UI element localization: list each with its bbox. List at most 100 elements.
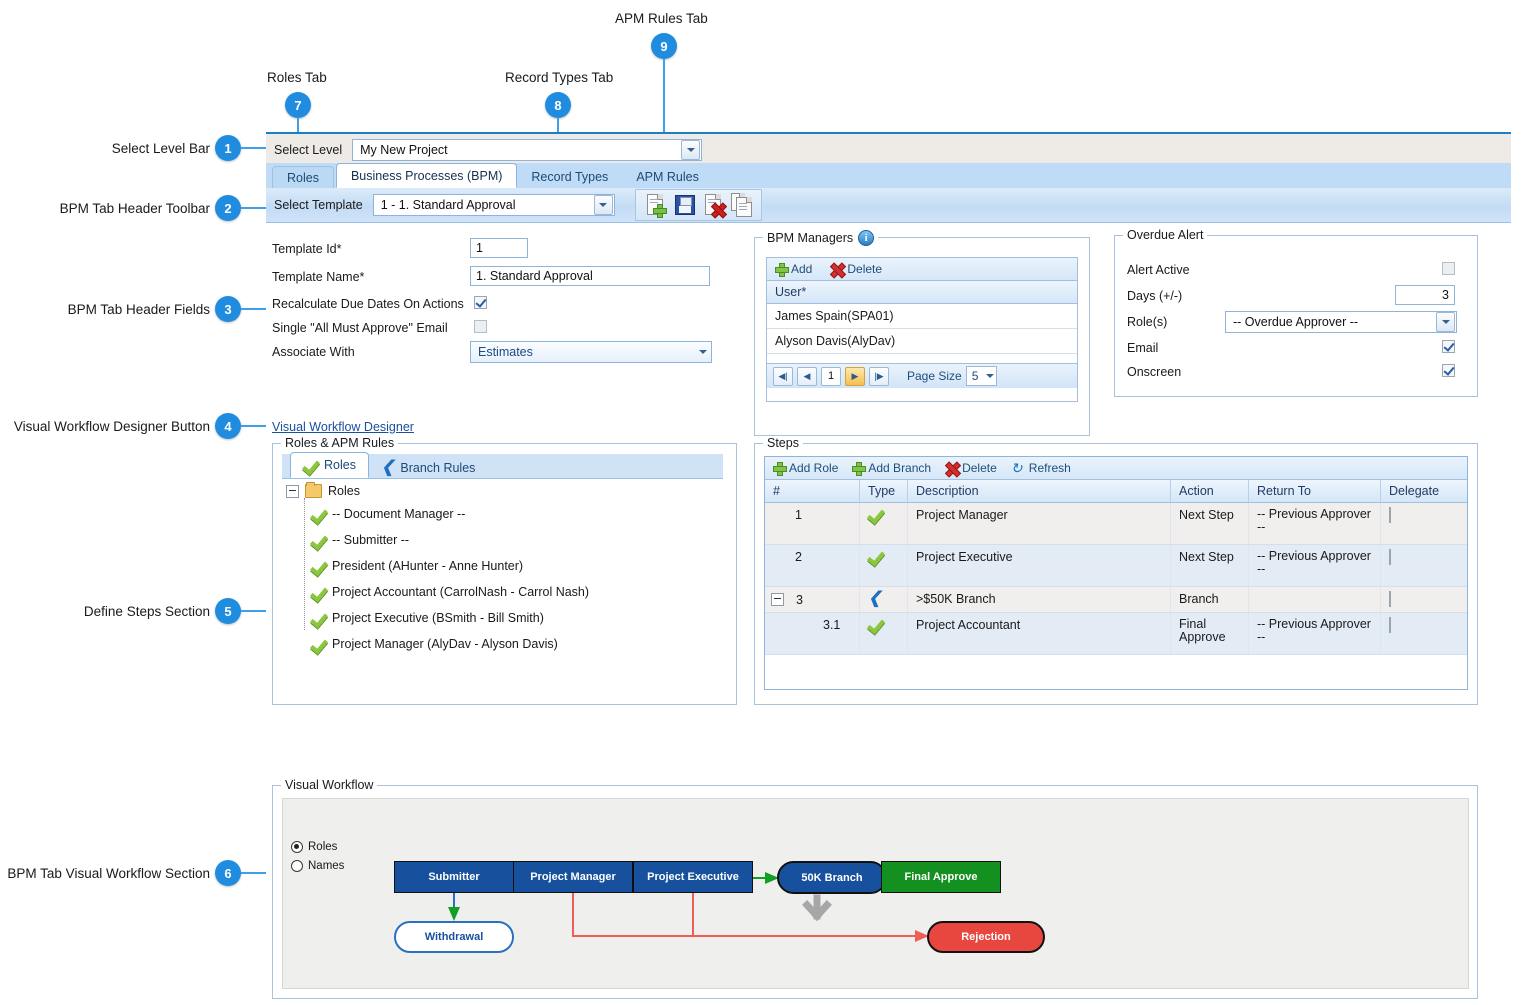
tab-business-processes[interactable]: Business Processes (BPM) <box>335 163 518 188</box>
workflow-node-project-executive[interactable]: Project Executive <box>633 861 753 893</box>
tree-item-label: President (AHunter - Anne Hunter) <box>332 559 524 573</box>
step-action: Branch <box>1171 587 1249 612</box>
step-delegate-cell <box>1381 613 1467 654</box>
table-row[interactable]: 3.1 Project Accountant Final Approve -- … <box>765 613 1467 655</box>
steps-col-number[interactable]: # <box>765 480 860 502</box>
chevron-down-icon[interactable] <box>593 195 613 215</box>
delete-document-icon[interactable] <box>702 193 724 217</box>
bpm-managers-delete-button[interactable]: Delete <box>830 262 882 276</box>
overdue-roles-combo[interactable]: -- Overdue Approver -- <box>1225 311 1457 333</box>
tree-item-president[interactable]: President (AHunter - Anne Hunter) <box>311 559 523 573</box>
table-row[interactable]: 1 Project Manager Next Step -- Previous … <box>765 503 1467 545</box>
copy-icon[interactable] <box>730 193 753 217</box>
callout-leader-1 <box>241 147 269 149</box>
step-type-cell <box>860 613 908 654</box>
step-description: Project Manager <box>908 503 1171 544</box>
select-level-label: Select Level <box>274 142 343 157</box>
pager-prev-button[interactable]: ◀ <box>797 366 817 386</box>
add-branch-button[interactable]: Add Branch <box>852 461 931 476</box>
step-return-to: -- Previous Approver -- <box>1249 503 1381 544</box>
recalculate-due-dates-checkbox[interactable] <box>474 296 487 309</box>
tab-roles-tree[interactable]: Roles <box>290 452 369 478</box>
delegate-checkbox[interactable] <box>1389 617 1391 633</box>
single-approve-email-checkbox[interactable] <box>474 320 487 333</box>
steps-col-action[interactable]: Action <box>1171 480 1249 502</box>
tab-record-types[interactable]: Record Types <box>517 166 622 188</box>
chevron-down-icon[interactable] <box>681 139 701 160</box>
bpm-managers-pager: ◀| ◀ 1 ▶ |▶ Page Size 5 <box>767 363 1077 388</box>
tree-item-project-manager[interactable]: Project Manager (AlyDav - Alyson Davis) <box>311 637 558 651</box>
tab-apm-rules[interactable]: APM Rules <box>622 166 713 188</box>
steps-col-description[interactable]: Description <box>908 480 1171 502</box>
tab-business-processes-label: Business Processes (BPM) <box>350 168 503 183</box>
associate-with-combo[interactable]: Estimates <box>470 341 712 363</box>
step-description: >$50K Branch <box>908 587 1171 612</box>
workflow-node-final-approve[interactable]: Final Approve <box>881 861 1001 893</box>
step-action: Next Step <box>1171 503 1249 544</box>
page-size-select[interactable]: 5 <box>965 366 998 386</box>
check-icon <box>868 508 883 521</box>
workflow-node-project-manager[interactable]: Project Manager <box>513 861 633 893</box>
delegate-checkbox[interactable] <box>1389 549 1391 565</box>
days-field[interactable]: 3 <box>1395 285 1455 305</box>
steps-delete-button[interactable]: Delete <box>945 461 997 475</box>
info-icon[interactable]: i <box>858 230 875 246</box>
email-checkbox[interactable] <box>1442 340 1455 353</box>
bpm-managers-delete-label: Delete <box>847 262 883 276</box>
workflow-node-submitter[interactable]: Submitter <box>394 861 514 893</box>
save-icon[interactable] <box>673 193 695 217</box>
delegate-checkbox[interactable] <box>1389 507 1391 523</box>
add-role-button[interactable]: Add Role <box>773 461 838 476</box>
folder-icon <box>305 482 322 498</box>
tree-root-roles[interactable]: Roles <box>286 482 360 498</box>
steps-refresh-button[interactable]: ↻ Refresh <box>1011 461 1071 475</box>
template-id-field[interactable]: 1 <box>470 238 528 258</box>
roles-label: Role(s) <box>1127 315 1168 329</box>
collapse-icon[interactable] <box>286 484 299 498</box>
select-template-combo[interactable]: 1 - 1. Standard Approval <box>372 194 615 216</box>
workflow-node-50k-branch[interactable]: 50K Branch <box>777 861 887 894</box>
bpm-managers-grid-toolbar: Add Delete <box>767 258 1077 281</box>
collapse-icon[interactable] <box>771 593 784 606</box>
workflow-node-rejection[interactable]: Rejection <box>927 921 1045 953</box>
chevron-down-icon[interactable] <box>695 350 711 354</box>
steps-col-delegate[interactable]: Delegate <box>1381 480 1467 502</box>
pager-next-button[interactable]: ▶ <box>845 366 865 386</box>
callout-label-4: Visual Workflow Designer Button <box>13 419 210 434</box>
tree-item-project-executive[interactable]: Project Executive (BSmith - Bill Smith) <box>311 611 544 625</box>
delegate-checkbox[interactable] <box>1389 591 1391 607</box>
table-row[interactable]: 2 Project Executive Next Step -- Previou… <box>765 545 1467 587</box>
chevron-down-icon[interactable] <box>1436 312 1455 332</box>
tree-item-project-accountant[interactable]: Project Accountant (CarrolNash - Carrol … <box>311 585 589 599</box>
callout-leader-2 <box>241 207 269 209</box>
step-description: Project Executive <box>908 545 1171 586</box>
main-tabstrip: Roles Business Processes (BPM) Record Ty… <box>266 163 1511 188</box>
steps-grid-toolbar: Add Role Add Branch Delete ↻ Refresh <box>765 457 1467 480</box>
tree-item-submitter[interactable]: -- Submitter -- <box>311 533 409 547</box>
template-id-label: Template Id* <box>272 242 342 256</box>
steps-col-return-to[interactable]: Return To <box>1249 480 1381 502</box>
workflow-node-withdrawal[interactable]: Withdrawal <box>394 921 514 953</box>
steps-col-type[interactable]: Type <box>860 480 908 502</box>
table-row[interactable]: James Spain(SPA01) <box>767 304 1077 329</box>
tab-branch-rules[interactable]: ❮ Branch Rules <box>369 457 487 478</box>
tree-item-label: -- Document Manager -- <box>332 507 466 521</box>
callout-leader-3 <box>241 308 269 310</box>
select-level-combo[interactable]: My New Project <box>352 138 703 161</box>
steps-legend: Steps <box>763 436 803 450</box>
pager-current-page[interactable]: 1 <box>821 366 841 386</box>
pager-last-button[interactable]: |▶ <box>869 366 889 386</box>
table-row[interactable]: Alyson Davis(AlyDav) <box>767 329 1077 354</box>
new-document-icon[interactable] <box>644 193 667 218</box>
visual-workflow-designer-button[interactable]: Visual Workflow Designer <box>272 420 414 434</box>
roles-apm-tabstrip: Roles ❮ Branch Rules <box>282 452 723 479</box>
tab-roles[interactable]: Roles <box>272 166 334 188</box>
pager-first-button[interactable]: ◀| <box>773 366 793 386</box>
bpm-managers-add-button[interactable]: Add <box>775 262 812 277</box>
tree-item-document-manager[interactable]: -- Document Manager -- <box>311 507 465 521</box>
step-return-to <box>1249 587 1381 612</box>
template-name-field[interactable]: 1. Standard Approval <box>470 266 710 286</box>
onscreen-checkbox[interactable] <box>1442 364 1455 377</box>
table-row[interactable]: 3 ❮ >$50K Branch Branch <box>765 587 1467 613</box>
alert-active-checkbox[interactable] <box>1442 262 1455 275</box>
